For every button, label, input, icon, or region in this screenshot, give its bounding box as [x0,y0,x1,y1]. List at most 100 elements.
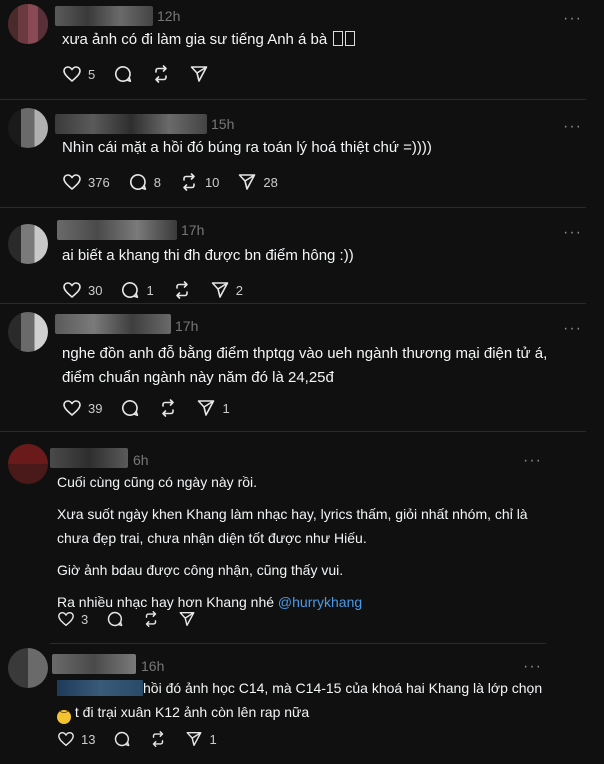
reply-count: 1 [146,282,154,298]
comment-icon [113,64,133,84]
mention-link[interactable]: @hurrykhang [278,594,362,610]
reply-count: 8 [153,174,161,190]
timestamp: 17h [181,222,205,238]
post-text: Cuối cùng cũng có ngày này rồi. Xưa suốt… [57,470,528,614]
share-icon [185,730,203,748]
action-bar: 39 1 [62,398,248,418]
like-button[interactable]: 39 [62,398,102,418]
share-icon [189,64,209,84]
comment-icon [106,610,124,628]
repost-button[interactable] [149,730,167,748]
repost-icon [158,398,178,418]
action-bar: 5 [62,64,227,84]
share-icon [178,610,196,628]
share-count: 1 [209,731,217,747]
username-redacted[interactable] [55,6,153,26]
share-button[interactable]: 1 [185,730,217,748]
reply-post-4: 17h ··· nghe đồn anh đỗ bằng điểm thptqg… [0,304,604,432]
repost-button[interactable] [142,610,160,628]
reply-button[interactable] [113,730,131,748]
avatar[interactable] [8,108,48,148]
post-text: xưa ảnh có đi làm gia sư tiếng Anh á bà [62,28,356,52]
avatar[interactable] [8,4,48,44]
username-redacted[interactable] [55,114,207,134]
share-button[interactable]: 28 [237,172,278,192]
repost-icon [142,610,160,628]
like-button[interactable]: 3 [57,610,88,628]
reply-post-2: 15h ··· Nhìn cái mặt a hồi đó búng ra to… [0,100,604,208]
like-button[interactable]: 5 [62,64,95,84]
reply-button[interactable]: 1 [120,280,154,300]
heart-icon [57,730,75,748]
like-count: 3 [81,611,89,627]
share-count: 28 [263,174,278,190]
share-icon [237,172,257,192]
avatar[interactable] [8,444,48,484]
missing-glyph-icon [333,31,344,46]
repost-button[interactable] [158,398,178,418]
timestamp: 6h [133,452,149,468]
post-text: ai biết a khang thi đh được bn điểm hông… [62,247,354,264]
share-button[interactable]: 1 [196,398,230,418]
heart-icon [62,398,82,418]
timestamp: 16h [141,658,165,674]
repost-icon [179,172,199,192]
more-icon[interactable]: ··· [523,659,542,675]
like-count: 376 [88,174,110,190]
share-icon [196,398,216,418]
paragraph: Cuối cùng cũng có ngày này rồi. [57,474,258,490]
reply-post-6: 16h ··· hồi đó ảnh học C14, mà C14-15 củ… [0,644,604,764]
comment-icon [120,280,140,300]
more-icon[interactable]: ··· [563,225,582,241]
share-button[interactable] [178,610,196,628]
sad-face-emoji-icon: ︶ [57,710,71,724]
heart-icon [57,610,75,628]
comment-icon [120,398,140,418]
timestamp: 15h [211,116,235,132]
reply-button[interactable] [113,64,133,84]
more-icon[interactable]: ··· [523,453,542,469]
more-icon[interactable]: ··· [563,11,582,27]
like-count: 5 [88,66,96,82]
share-icon [210,280,230,300]
like-button[interactable]: 30 [62,280,102,300]
repost-count: 10 [204,174,220,190]
comment-icon [113,730,131,748]
post-text-line: điểm chuẩn ngành này năm đó là 24,25đ [62,369,334,386]
username-redacted[interactable] [52,654,136,674]
like-button[interactable]: 376 [62,172,110,192]
share-button[interactable] [189,64,209,84]
post-text: Nhìn cái mặt a hồi đó búng ra toán lý ho… [62,139,432,156]
username-redacted[interactable] [50,448,128,468]
action-bar: 376 8 10 28 [62,172,296,192]
repost-button[interactable]: 10 [179,172,219,192]
like-count: 30 [88,282,103,298]
reply-button[interactable]: 8 [128,172,161,192]
repost-icon [151,64,171,84]
repost-icon [149,730,167,748]
reply-button[interactable] [120,398,140,418]
missing-glyph-icon [345,31,356,46]
repost-button[interactable] [172,280,192,300]
share-button[interactable]: 2 [210,280,243,300]
reply-post-3: 17h ··· ai biết a khang thi đh được bn đ… [0,208,604,304]
post-text: nghe đồn anh đỗ bằng điểm thptqg vào ueh… [62,342,547,390]
repost-button[interactable] [151,64,171,84]
avatar[interactable] [8,648,48,688]
more-icon[interactable]: ··· [563,321,582,337]
heart-icon [62,172,82,192]
username-redacted[interactable] [57,220,177,240]
reply-post-5: 6h ··· Cuối cùng cũng có ngày này rồi. X… [0,432,604,644]
more-icon[interactable]: ··· [563,119,582,135]
avatar[interactable] [8,224,48,264]
comment-icon [128,172,148,192]
redacted-mention [57,680,143,696]
share-count: 2 [235,282,243,298]
timestamp: 12h [157,8,181,24]
username-redacted[interactable] [55,314,171,334]
like-count: 39 [88,400,103,416]
paragraph: Xưa suốt ngày khen Khang làm nhạc hay, l… [57,506,528,522]
reply-button[interactable] [106,610,124,628]
avatar[interactable] [8,312,48,352]
like-button[interactable]: 13 [57,730,95,748]
